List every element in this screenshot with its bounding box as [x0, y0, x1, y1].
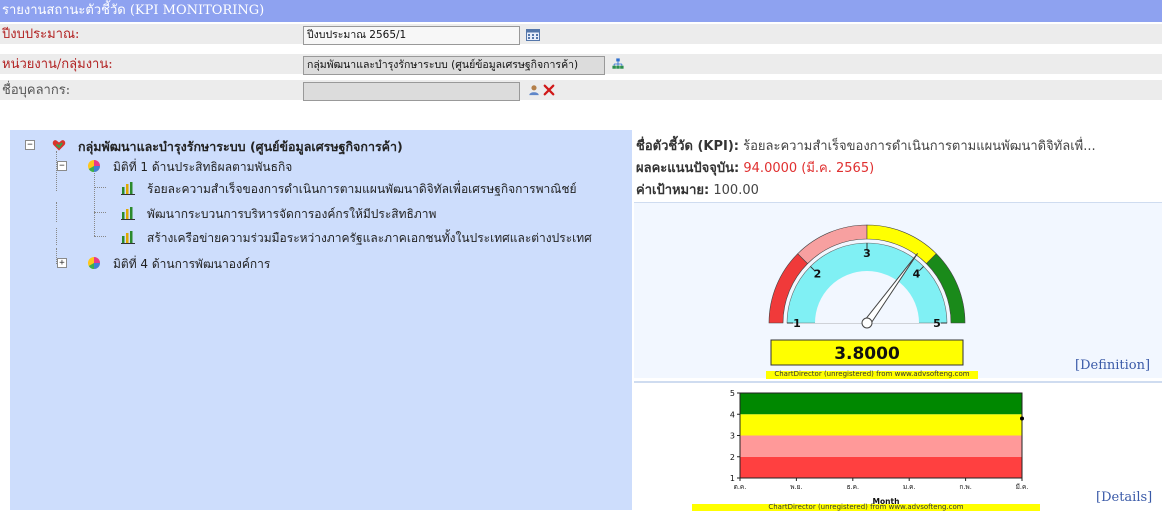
x-tick-label: ก.พ.: [959, 483, 971, 491]
gauge-tick-label: 1: [793, 317, 801, 330]
kpi-name-value: ร้อยละความสำเร็จของการดำเนินการตามแผนพัฒ…: [743, 139, 1096, 154]
trend-chart-panel: 12345 ต.ค. พ.ย. ธ.ค. ม.ค. ก.พ. มี.ค. Month Ch…: [634, 381, 1162, 513]
target-band-3: [740, 414, 1022, 436]
gauge-tick-label: 5: [933, 317, 941, 330]
clear-icon[interactable]: [542, 84, 556, 96]
calendar-icon[interactable]: [526, 29, 540, 41]
tree-kpi3-label[interactable]: สร้างเครือข่ายความร่วมมือระหว่างภาครัฐแล…: [147, 229, 592, 248]
kpi-target-value: 100.00: [713, 183, 759, 198]
tree-dim4-label[interactable]: มิติที่ 4 ด้านการพัฒนาองค์การ: [113, 255, 270, 274]
unit-label: หน่วยงาน/กลุ่มงาน:: [2, 57, 113, 72]
year-label: ปีงบประมาณ:: [2, 27, 80, 42]
bar-chart-icon: [121, 207, 135, 220]
tree-dim1-label[interactable]: มิติที่ 1 ด้านประสิทธิผลตามพันธกิจ: [113, 158, 292, 177]
target-band-1: [740, 456, 1022, 478]
pie-chart-icon: [88, 257, 100, 269]
year-field[interactable]: ปีงบประมาณ 2565/1: [303, 26, 520, 45]
y-tick-label: 5: [730, 389, 735, 398]
gauge-tick-label: 4: [913, 268, 921, 281]
person-row: ชื่อบุคลากร:: [0, 80, 1162, 102]
x-tick-label: มี.ค.: [1016, 483, 1029, 491]
bar-chart-icon: [121, 231, 135, 244]
kpi-name-label: ชื่อตัวชี้วัด (KPI):: [636, 139, 739, 154]
pie-chart-icon: [88, 160, 100, 172]
trend-chart: 12345 ต.ค. พ.ย. ธ.ค. ม.ค. ก.พ. มี.ค. Month: [730, 389, 1029, 506]
tree-kpi1-label[interactable]: ร้อยละความสำเร็จของการดำเนินการตามแผนพัฒ…: [147, 180, 577, 199]
x-tick-label: ธ.ค.: [847, 483, 859, 491]
gauge-panel: 1 2 3 4 5 3.8000 ChartDirector (unregistered…: [634, 202, 1162, 379]
gauge-chart: 1 2 3 4 5 3.8000: [768, 224, 966, 366]
org-chart-icon[interactable]: [611, 58, 625, 70]
user-icon[interactable]: [527, 84, 541, 96]
target-band-4: [740, 393, 1022, 415]
details-link[interactable]: [Details]: [1096, 490, 1152, 505]
definition-link[interactable]: [Definition]: [1075, 358, 1150, 373]
kpi-tree: − กลุ่มพัฒนาและบำรุงรักษาระบบ (ศูนย์ข้อม…: [10, 130, 632, 510]
x-tick-label: ม.ค.: [903, 483, 916, 491]
bar-chart-icon: [121, 182, 135, 195]
kpi-name-line: ชื่อตัวชี้วัด (KPI): ร้อยละความสำเร็จของ…: [636, 135, 1096, 156]
dim4-expand-toggle[interactable]: +: [57, 258, 67, 268]
tree-root-label[interactable]: กลุ่มพัฒนาและบำรุงรักษาระบบ (ศูนย์ข้อมูล…: [78, 137, 403, 157]
person-label: ชื่อบุคลากร:: [2, 83, 71, 98]
kpi-info-panel: ชื่อตัวชี้วัด (KPI): ร้อยละความสำเร็จของ…: [634, 130, 1162, 202]
y-tick-label: 4: [730, 410, 735, 419]
chartdirector-watermark: ChartDirector (unregistered) from www.ad…: [766, 371, 978, 379]
person-field[interactable]: [303, 82, 520, 101]
unit-field[interactable]: กลุ่มพัฒนาและบำรุงรักษาระบบ (ศูนย์ข้อมูล…: [303, 56, 605, 75]
root-collapse-toggle[interactable]: −: [25, 140, 35, 150]
y-tick-label: 2: [730, 453, 735, 462]
x-tick-label: พ.ย.: [790, 483, 802, 491]
dim1-collapse-toggle[interactable]: −: [57, 161, 67, 171]
heart-icon: [52, 140, 66, 151]
unit-row: หน่วยงาน/กลุ่มงาน: กลุ่มพัฒนาและบำรุงรัก…: [0, 54, 1162, 76]
chartdirector-watermark: ChartDirector (unregistered) from www.ad…: [692, 504, 1040, 511]
page-title: รายงานสถานะตัวชี้วัด (KPI MONITORING): [0, 0, 1162, 22]
year-row: ปีงบประมาณ: ปีงบประมาณ 2565/1: [0, 24, 1162, 46]
kpi-target-label: ค่าเป้าหมาย:: [636, 183, 710, 198]
target-band-2: [740, 435, 1022, 457]
kpi-score-label: ผลคะแนนปัจจุบัน:: [636, 161, 740, 176]
gauge-tick-label: 3: [863, 247, 871, 260]
y-tick-label: 3: [730, 432, 735, 441]
data-point: [1020, 416, 1024, 421]
kpi-score-value: 94.0000 (มี.ค. 2565): [743, 161, 875, 176]
gauge-tick-label: 2: [814, 268, 822, 281]
tree-kpi2-label[interactable]: พัฒนากระบวนการบริหารจัดการองค์กรให้มีประ…: [147, 205, 436, 224]
x-tick-label: ต.ค.: [734, 483, 747, 491]
kpi-target-line: ค่าเป้าหมาย: 100.00: [636, 179, 759, 200]
y-tick-label: 1: [730, 474, 735, 483]
gauge-hub: [861, 317, 873, 329]
gauge-value-text: 3.8000: [834, 344, 900, 364]
kpi-score-line: ผลคะแนนปัจจุบัน: 94.0000 (มี.ค. 2565): [636, 157, 874, 178]
